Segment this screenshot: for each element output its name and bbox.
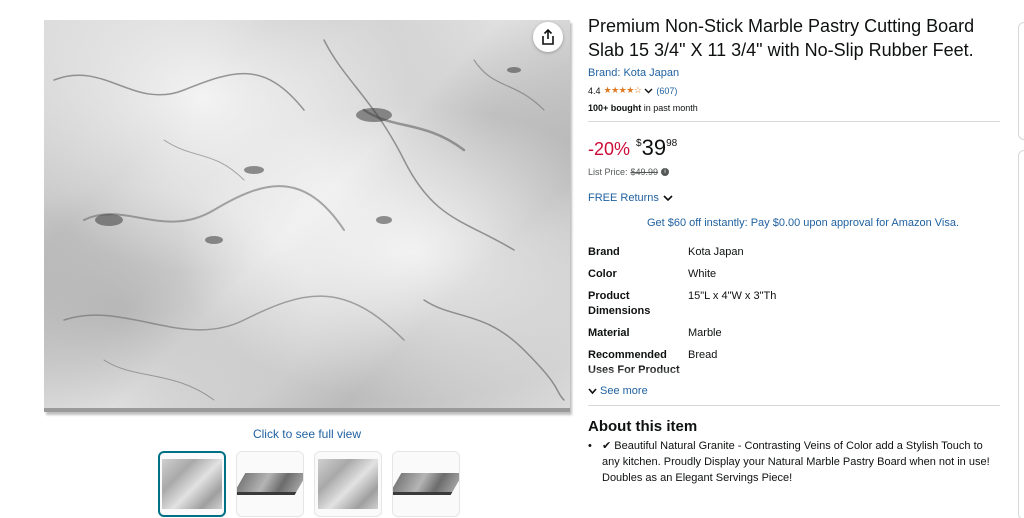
divider xyxy=(588,121,1000,122)
spec-value: White xyxy=(688,268,717,280)
thumbnail-3[interactable] xyxy=(314,451,382,517)
discount-percent: -20% xyxy=(588,139,631,159)
spec-key: Recommended Uses For Product xyxy=(588,349,680,376)
share-icon xyxy=(542,29,554,45)
chevron-down-icon xyxy=(588,387,597,394)
about-list: • ✔ Beautiful Natural Granite - Contrast… xyxy=(588,438,1000,486)
rating-count-link[interactable]: (607) xyxy=(656,86,677,96)
spec-row: Color White xyxy=(588,267,1000,282)
about-bullet-text: ✔ Beautiful Natural Granite - Contrastin… xyxy=(602,440,990,484)
spec-row: Material Marble xyxy=(588,326,1000,341)
info-icon[interactable]: i xyxy=(661,168,670,176)
share-button[interactable] xyxy=(533,22,563,52)
specs-table: Brand Kota Japan Color White Product Dim… xyxy=(588,245,1000,385)
thumbnail-image xyxy=(393,473,459,495)
thumbnail-1[interactable] xyxy=(158,451,226,517)
spec-value: Marble xyxy=(688,327,722,339)
bought-recently: 100+ bought in past month xyxy=(588,103,1000,113)
visa-promo-link[interactable]: Get $60 off instantly: Pay $0.00 upon ap… xyxy=(588,217,1000,229)
list-price: List Price: $49.99 i xyxy=(588,167,1000,177)
rating-value: 4.4 xyxy=(588,85,601,96)
thumbnail-strip xyxy=(158,451,460,517)
spec-row: Recommended Uses For Product Bread xyxy=(588,348,1000,378)
thumbnail-2[interactable] xyxy=(236,451,304,517)
full-view-link[interactable]: Click to see full view xyxy=(44,427,570,441)
see-more-link[interactable]: See more xyxy=(588,385,1000,397)
thumbnail-4[interactable] xyxy=(392,451,460,517)
spec-value: Kota Japan xyxy=(688,246,744,258)
thumbnail-image xyxy=(162,459,222,509)
list-price-value: $49.99 xyxy=(630,167,659,177)
marble-veins xyxy=(53,39,565,401)
free-returns-label: FREE Returns xyxy=(588,192,659,204)
brand-link[interactable]: Brand: Kota Japan xyxy=(588,67,679,79)
rating-stars[interactable]: ★★★★☆ xyxy=(604,85,642,96)
spec-value: 15"L x 4"W x 3"Th xyxy=(688,290,777,302)
price-fraction: 98 xyxy=(666,138,678,149)
product-main-image[interactable] xyxy=(44,20,570,412)
thumbnail-image xyxy=(318,459,378,509)
about-title: About this item xyxy=(588,418,698,435)
spec-row: Brand Kota Japan xyxy=(588,245,1000,260)
product-title: Premium Non-Stick Marble Pastry Cutting … xyxy=(588,16,975,60)
rating-row: 4.4 ★★★★☆ (607) xyxy=(588,85,1000,96)
chevron-down-icon xyxy=(663,194,673,201)
side-panel-edge xyxy=(1018,150,1024,518)
list-price-label: List Price: xyxy=(588,167,628,177)
bullet-dot: • xyxy=(588,440,592,452)
bought-count: 100+ bought xyxy=(588,103,642,113)
price-whole: 39 xyxy=(641,135,667,160)
spec-value: Bread xyxy=(688,349,718,361)
price-row: -20% $ 39 98 xyxy=(588,137,1000,161)
see-more-label: See more xyxy=(600,385,648,397)
side-panel-edge xyxy=(1018,22,1024,140)
chevron-down-icon[interactable] xyxy=(644,88,653,94)
spec-key: Product Dimensions xyxy=(588,290,651,317)
spec-row: Product Dimensions 15"L x 4"W x 3"Th xyxy=(588,289,1000,319)
spec-key: Brand xyxy=(588,246,620,258)
list-item: • ✔ Beautiful Natural Granite - Contrast… xyxy=(588,438,1000,486)
divider xyxy=(588,405,1000,406)
spec-key: Material xyxy=(588,327,630,339)
thumbnail-image xyxy=(237,473,303,495)
product-details: Premium Non-Stick Marble Pastry Cutting … xyxy=(588,14,1000,486)
bought-period: in past month xyxy=(641,103,698,113)
spec-key: Color xyxy=(588,268,617,280)
free-returns-link[interactable]: FREE Returns xyxy=(588,192,1000,204)
